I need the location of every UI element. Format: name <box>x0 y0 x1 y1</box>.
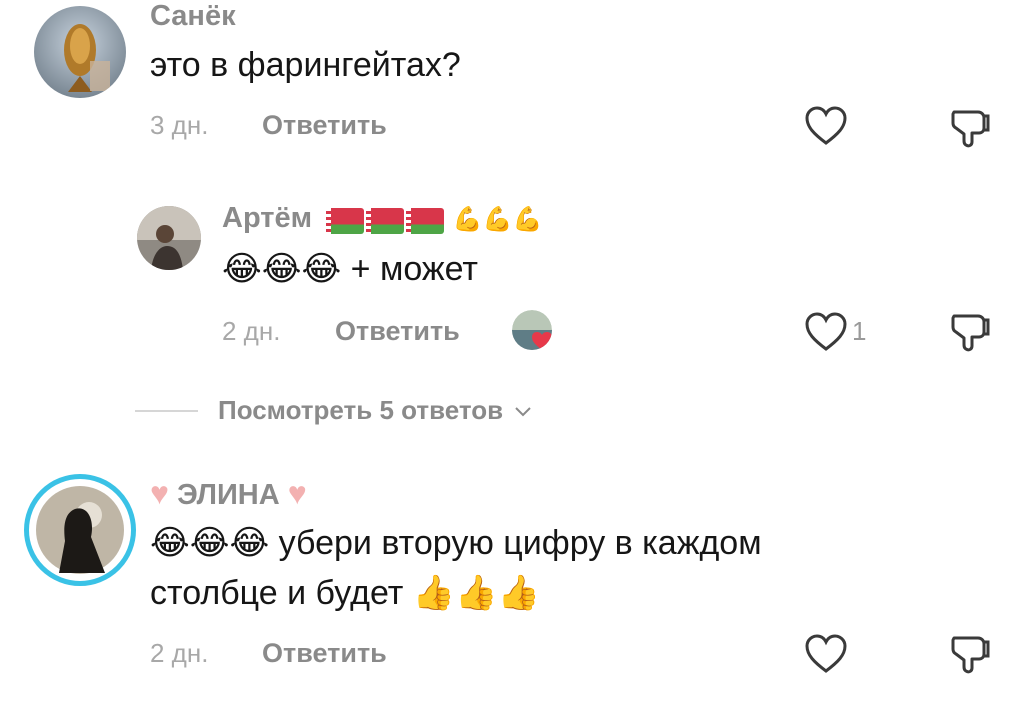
comment-text-line2: столбце и будет 👍👍👍 <box>150 568 540 618</box>
comment-text-line1: 😂😂😂 убери вторую цифру в каждом <box>150 518 762 568</box>
avatar-sanek[interactable] <box>34 6 126 98</box>
laughing-emoji-icon: 😂😂😂 <box>150 524 270 562</box>
dislike-button[interactable] <box>948 106 992 155</box>
fish-avatar-icon <box>34 6 126 98</box>
reply-button[interactable]: Ответить <box>335 316 460 347</box>
heart-right-icon: ♥ <box>287 475 307 511</box>
view-replies-button[interactable]: Посмотреть 5 ответов <box>218 395 532 426</box>
chevron-down-icon <box>515 407 532 417</box>
heart-outline-icon <box>805 106 847 145</box>
comment-text: это в фарингейтах? <box>150 46 461 84</box>
avatar-artem[interactable] <box>137 206 201 270</box>
like-button[interactable] <box>804 634 848 679</box>
heart-outline-icon <box>805 312 847 351</box>
view-replies-label: Посмотреть 5 ответов <box>218 395 504 425</box>
reply-button[interactable]: Ответить <box>262 638 387 669</box>
comment-time: 2 дн. <box>150 638 209 668</box>
reply-time: 2 дн. <box>222 316 281 346</box>
creator-liked-badge <box>512 310 552 350</box>
author-decor-emoji: 💪💪💪 <box>326 206 542 234</box>
comment-line2: столбце и будет <box>150 574 404 612</box>
laughing-emoji-icon: 😂😂😂 <box>222 250 342 288</box>
person-avatar-icon <box>137 206 201 270</box>
reply-author[interactable]: Артём 💪💪💪 <box>222 202 542 235</box>
replies-divider <box>135 410 198 412</box>
reply-text-suffix: + может <box>350 250 478 288</box>
like-button[interactable] <box>804 106 848 151</box>
dislike-icon <box>951 636 990 674</box>
heart-left-icon: ♥ <box>150 475 169 511</box>
comment-author[interactable]: Санёк <box>150 0 236 33</box>
creator-like-icon <box>512 310 552 350</box>
avatar-elina[interactable] <box>24 474 136 586</box>
reply-text: 😂😂😂 + может <box>222 244 478 294</box>
reply-author-name: Артём <box>222 202 313 234</box>
like-count: 1 <box>852 316 867 346</box>
comment-author[interactable]: ♥ ЭЛИНА ♥ <box>150 475 307 512</box>
dislike-button[interactable] <box>948 310 992 359</box>
comment-time: 3 дн. <box>150 110 209 140</box>
thumbs-up-emoji-icon: 👍👍👍 <box>412 574 540 612</box>
heart-outline-icon <box>805 634 847 673</box>
dislike-icon <box>951 110 990 148</box>
person-avatar-icon <box>36 486 124 574</box>
dislike-button[interactable] <box>948 632 992 681</box>
comment-author-name: ЭЛИНА <box>177 479 280 511</box>
like-button[interactable] <box>804 312 848 357</box>
reply-button[interactable]: Ответить <box>262 110 387 141</box>
comment-line1: убери вторую цифру в каждом <box>278 524 762 562</box>
dislike-icon <box>951 314 990 352</box>
